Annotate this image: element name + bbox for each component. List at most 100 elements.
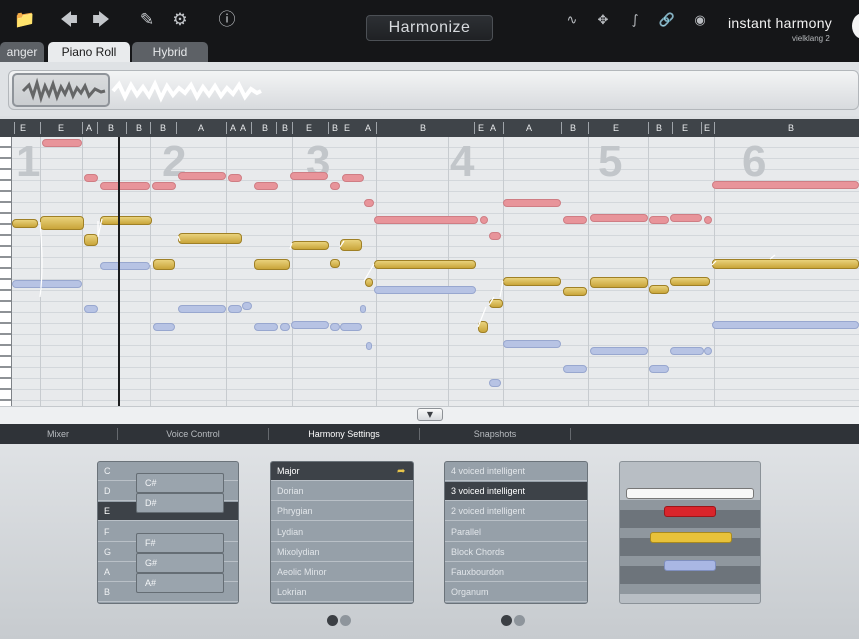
top-toolbar: 📁 🡄 🡆 ✎ ⚙ ⓘ Harmonize ∿ ✥ ∫ 🔗 ◉ instant …	[0, 0, 859, 62]
scale-option[interactable]: Phrygian	[271, 502, 413, 521]
chord-label[interactable]: E	[20, 119, 26, 137]
chord-label[interactable]: A	[198, 119, 204, 137]
tab-harmony-settings[interactable]: Harmony Settings	[269, 424, 419, 444]
tab-piano-roll[interactable]: Piano Roll	[48, 42, 130, 62]
chord-divider	[82, 122, 83, 134]
chord-label[interactable]: B	[108, 119, 114, 137]
page-dot[interactable]	[501, 615, 512, 626]
tab-snapshots[interactable]: Snapshots	[420, 424, 570, 444]
chord-label[interactable]: A	[490, 119, 496, 137]
chord-label[interactable]: E	[58, 119, 64, 137]
scale-option[interactable]: Lokrian	[271, 583, 413, 602]
voice-range-bar-red[interactable]	[664, 506, 716, 517]
chord-label[interactable]: E	[478, 119, 484, 137]
chord-divider	[292, 122, 293, 134]
chord-label[interactable]: B	[332, 119, 338, 137]
voicing-selector: 4 voiced intelligent 3 voiced intelligen…	[444, 461, 588, 604]
voice-range-bar-yellow[interactable]	[650, 532, 732, 543]
tab-hybrid[interactable]: Hybrid	[132, 42, 208, 62]
page-dot[interactable]	[514, 615, 525, 626]
waveform-overview[interactable]	[0, 62, 859, 116]
chord-label[interactable]: B	[282, 119, 288, 137]
chord-label[interactable]: B	[656, 119, 662, 137]
waveform-icon[interactable]: ∿	[562, 12, 582, 30]
chord-label[interactable]: E	[704, 119, 710, 137]
key-selector: C D E F G A B C# D# F# G# A#	[97, 461, 239, 604]
chord-label[interactable]: B	[570, 119, 576, 137]
arrow-left-icon[interactable]: 🡄	[58, 10, 80, 30]
tab-arranger[interactable]: anger	[0, 42, 44, 62]
chord-label[interactable]: E	[682, 119, 688, 137]
chord-label[interactable]: B	[262, 119, 268, 137]
chord-divider	[648, 122, 649, 134]
edit-icon[interactable]: ✎	[136, 10, 158, 30]
chord-divider	[714, 122, 715, 134]
lower-panel-tabs: Mixer Voice Control Harmony Settings Sna…	[0, 424, 859, 444]
voice-range-bar-top[interactable]	[626, 488, 754, 499]
arrow-right-icon[interactable]: 🡆	[90, 10, 112, 30]
chord-label[interactable]: A	[240, 119, 246, 137]
crosshair-icon[interactable]: ✥	[593, 12, 613, 30]
voicing-option[interactable]: Block Chords	[445, 543, 587, 562]
key-option-d-sharp[interactable]: D#	[136, 493, 224, 513]
tab-voice-control[interactable]: Voice Control	[118, 424, 268, 444]
chord-divider	[328, 122, 329, 134]
gear-icon[interactable]: ⚙	[169, 10, 191, 30]
key-option-f-sharp[interactable]: F#	[136, 533, 224, 553]
voicing-option[interactable]: 2 voiced intelligent	[445, 502, 587, 521]
chord-label[interactable]: B	[136, 119, 142, 137]
tab-divider	[570, 428, 571, 440]
voicing-option[interactable]: Fauxbourdon	[445, 563, 587, 582]
help-icon[interactable]: ⓘ	[216, 10, 238, 30]
chord-divider	[251, 122, 252, 134]
playhead[interactable]	[118, 137, 120, 406]
chord-label[interactable]: E	[613, 119, 619, 137]
chord-divider	[376, 122, 377, 134]
chord-label[interactable]: B	[788, 119, 794, 137]
key-option-a-sharp[interactable]: A#	[136, 573, 224, 593]
scale-option[interactable]: Dorian	[271, 482, 413, 501]
brand-name: instant harmony	[728, 15, 833, 31]
chord-label[interactable]: B	[420, 119, 426, 137]
waveform-overview-graphic	[21, 77, 262, 104]
chord-label[interactable]: B	[160, 119, 166, 137]
voicing-option[interactable]: 3 voiced intelligent	[445, 482, 587, 501]
link-icon[interactable]: 🔗	[657, 12, 677, 30]
scale-option[interactable]: Mixolydian	[271, 543, 413, 562]
key-option-c-sharp[interactable]: C#	[136, 473, 224, 493]
voicing-page-indicator[interactable]	[501, 611, 527, 626]
scale-option[interactable]: Major	[271, 462, 413, 481]
link-icon: ➦	[397, 466, 406, 477]
chord-divider	[276, 122, 277, 134]
folder-icon[interactable]: 📁	[14, 10, 36, 30]
chord-label[interactable]: A	[86, 119, 92, 137]
chord-divider	[672, 122, 673, 134]
overview-visible-range-handle[interactable]	[12, 73, 110, 107]
collapse-arrow-icon[interactable]: ▼	[417, 408, 443, 421]
chord-label[interactable]: E	[306, 119, 312, 137]
chord-divider	[126, 122, 127, 134]
chord-divider	[503, 122, 504, 134]
chord-label[interactable]: A	[230, 119, 236, 137]
record-icon[interactable]: ◉	[690, 12, 710, 30]
split-icon[interactable]: ∫	[625, 12, 645, 30]
page-dot[interactable]	[340, 615, 351, 626]
harmony-settings-panel: C D E F G A B C# D# F# G# A# Major ➦ Dor…	[0, 444, 859, 639]
scale-option[interactable]: Aeolic Minor	[271, 563, 413, 582]
scale-page-indicator[interactable]	[327, 611, 353, 626]
piano-roll-grid[interactable]: 1 2 3 4 5 6	[0, 137, 859, 406]
chord-label[interactable]: A	[365, 119, 371, 137]
page-dot[interactable]	[327, 615, 338, 626]
voice-range-bar-blue[interactable]	[664, 560, 716, 571]
voicing-option[interactable]: Parallel	[445, 523, 587, 542]
key-option-g-sharp[interactable]: G#	[136, 553, 224, 573]
tab-mixer[interactable]: Mixer	[0, 424, 116, 444]
overview-track[interactable]	[8, 70, 859, 110]
brand-logo-icon	[852, 13, 859, 39]
scale-option[interactable]: Lydian	[271, 523, 413, 542]
voicing-option[interactable]: Organum	[445, 583, 587, 602]
chord-label[interactable]: A	[526, 119, 532, 137]
harmonize-button[interactable]: Harmonize	[366, 15, 493, 41]
chord-label[interactable]: E	[344, 119, 350, 137]
voicing-option[interactable]: 4 voiced intelligent	[445, 462, 587, 481]
